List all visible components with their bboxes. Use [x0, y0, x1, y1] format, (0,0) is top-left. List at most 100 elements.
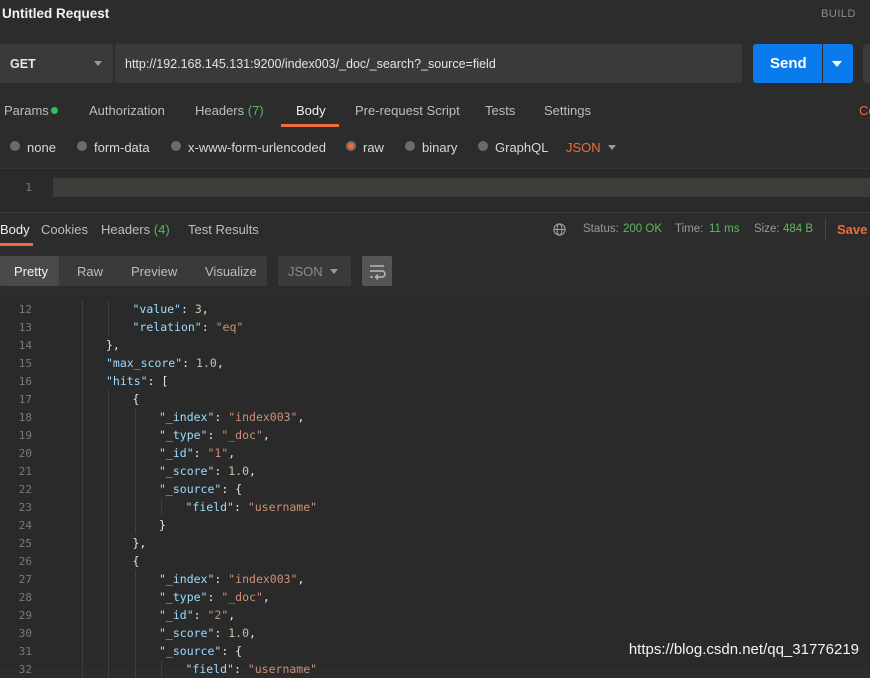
radio-urlencoded[interactable] [171, 141, 181, 151]
url-text[interactable]: http://192.168.145.131:9200/index003/_do… [125, 57, 496, 71]
indent-guide [134, 588, 136, 606]
code-line: { [133, 392, 140, 406]
json-punctuation: : [214, 464, 229, 478]
json-punctuation: , [262, 428, 270, 442]
size-label: Size: [754, 223, 780, 235]
tab-params[interactable]: Params [4, 103, 49, 118]
radio-graphql-label[interactable]: GraphQL [495, 140, 548, 155]
json-punctuation: }, [132, 536, 147, 550]
indent-guide [108, 462, 109, 480]
tab-tests[interactable]: Tests [485, 103, 515, 118]
indent-guide [81, 426, 83, 444]
line-number: 14 [18, 339, 32, 352]
indent-guide [108, 426, 109, 444]
save-button[interactable] [863, 44, 870, 83]
view-tab-visualize[interactable]: Visualize [205, 264, 257, 279]
json-string: "_doc" [221, 428, 263, 442]
line-number: 22 [18, 483, 32, 496]
indent-guide [108, 588, 109, 606]
json-key: "_id" [159, 446, 194, 460]
json-string: "index003" [228, 572, 298, 586]
indent-guide [134, 426, 136, 444]
indent-guide [134, 660, 136, 678]
radio-raw-label[interactable]: raw [363, 140, 384, 155]
request-title[interactable]: Untitled Request [2, 6, 109, 21]
indent-guide [81, 498, 83, 516]
wrap-lines-icon [370, 265, 386, 280]
code-line: "field": "username" [186, 662, 318, 676]
view-tab-raw[interactable]: Raw [77, 264, 103, 279]
json-punctuation: : [207, 590, 222, 604]
send-label[interactable]: Send [770, 55, 807, 72]
radio-none-label[interactable]: none [27, 140, 56, 155]
indent-guide [81, 444, 83, 462]
tab-prerequest-script[interactable]: Pre-request Script [355, 103, 460, 118]
tab-settings[interactable]: Settings [544, 103, 591, 118]
json-key: "_index" [159, 410, 215, 424]
divider [825, 219, 826, 239]
tab-headers-label: Headers [195, 103, 245, 118]
tab-authorization[interactable]: Authorization [89, 103, 165, 118]
build-button[interactable]: BUILD [821, 8, 856, 20]
radio-form-data[interactable] [77, 141, 87, 151]
status-value[interactable]: 200 OK [623, 223, 662, 235]
indent-guide [134, 444, 136, 462]
tab-body[interactable]: Body [296, 103, 326, 118]
radio-graphql[interactable] [478, 141, 488, 151]
response-body-viewer[interactable] [0, 296, 870, 669]
code-line: "_score": 1.0, [159, 626, 256, 640]
json-punctuation: , [297, 572, 305, 586]
method-label[interactable]: GET [10, 57, 36, 71]
params-status-dot [51, 107, 58, 114]
response-tab-test-results[interactable]: Test Results [188, 222, 259, 237]
chevron-down-icon[interactable] [330, 269, 338, 274]
indent-guide [108, 390, 109, 408]
body-format-select[interactable]: JSON [566, 140, 601, 155]
radio-form-data-label[interactable]: form-data [94, 140, 150, 155]
save-response-button[interactable]: Save R [837, 222, 870, 237]
caret-down-icon[interactable] [832, 61, 842, 67]
indent-guide [108, 498, 109, 516]
view-tab-preview[interactable]: Preview [131, 264, 177, 279]
line-number: 21 [18, 465, 32, 478]
view-tab-pretty[interactable]: Pretty [14, 264, 48, 279]
radio-urlencoded-label[interactable]: x-www-form-urlencoded [188, 140, 326, 155]
time-value[interactable]: 11 ms [709, 223, 739, 235]
indent-guide [81, 606, 83, 624]
response-tab-body[interactable]: Body [0, 222, 30, 237]
json-number: 1.0 [228, 464, 250, 478]
json-key: "_type" [159, 590, 208, 604]
radio-binary[interactable] [405, 141, 415, 151]
radio-binary-label[interactable]: binary [422, 140, 457, 155]
response-tab-headers[interactable]: Headers (4) [101, 222, 170, 237]
line-number: 23 [18, 501, 32, 514]
indent-guide [81, 300, 83, 318]
response-tab-cookies[interactable]: Cookies [41, 222, 88, 237]
cookies-link[interactable]: Co [859, 103, 870, 118]
indent-guide [108, 516, 109, 534]
json-key: "_id" [159, 608, 194, 622]
radio-raw[interactable] [346, 141, 356, 151]
tab-headers[interactable]: Headers (7) [195, 103, 264, 118]
globe-icon[interactable] [553, 223, 566, 236]
json-punctuation: : [233, 500, 248, 514]
json-punctuation: : [193, 446, 208, 460]
chevron-down-icon[interactable] [608, 145, 616, 150]
json-punctuation: }, [106, 338, 120, 352]
size-value[interactable]: 484 B [783, 223, 813, 235]
indent-guide [81, 660, 83, 678]
code-line: "_id": "2", [159, 608, 235, 622]
json-punctuation: : [233, 662, 248, 676]
line-number: 17 [18, 393, 32, 406]
json-key: "_source" [159, 644, 222, 658]
json-string: "eq" [215, 320, 244, 334]
indent-guide [81, 570, 83, 588]
radio-none[interactable] [10, 141, 20, 151]
code-line: "max_score": 1.0, [106, 356, 224, 370]
wrap-lines-button[interactable] [362, 256, 392, 286]
line-number: 32 [18, 663, 32, 676]
indent-guide [108, 318, 109, 336]
chevron-down-icon[interactable] [94, 61, 102, 66]
json-punctuation: : [193, 608, 208, 622]
response-format-label[interactable]: JSON [288, 264, 323, 279]
